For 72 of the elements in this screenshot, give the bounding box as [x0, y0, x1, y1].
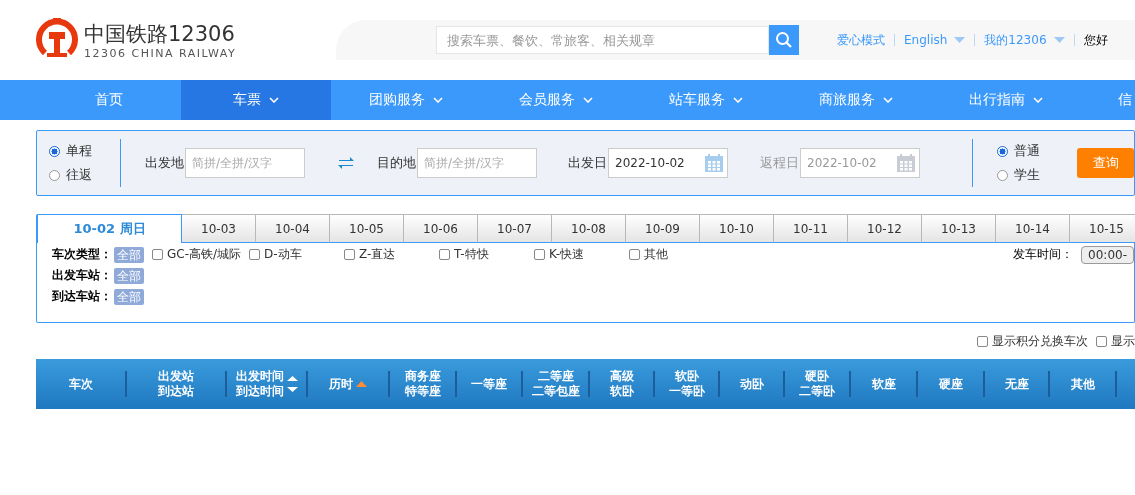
- date-tab[interactable]: 10-09: [626, 214, 700, 243]
- column-header: 硬卧 二等卧: [799, 369, 835, 399]
- date-tab[interactable]: 10-06: [404, 214, 478, 243]
- column-header: 软座: [871, 376, 896, 392]
- column-header: 其他: [1070, 376, 1095, 392]
- option-checkbox[interactable]: 显示: [1096, 332, 1135, 350]
- date-tab[interactable]: 10-03: [182, 214, 256, 243]
- train-type-checkbox[interactable]: GC-高铁/城际: [152, 246, 242, 263]
- column-header: 商务座 特等座: [404, 369, 441, 399]
- dropdown-icon: [954, 37, 966, 43]
- train-type-checkbox[interactable]: 其他: [629, 246, 717, 263]
- train-type-label: 车次类型：: [52, 246, 112, 263]
- date-tab[interactable]: 10-12: [848, 214, 922, 243]
- swap-icon[interactable]: [337, 156, 355, 170]
- column-header: 一等座: [471, 376, 507, 392]
- date-tab[interactable]: 10-11: [774, 214, 848, 243]
- date-tab[interactable]: 10-13: [922, 214, 996, 243]
- column-header: 车次: [68, 376, 93, 392]
- logo-title: 中国铁路12306: [84, 20, 236, 47]
- dropdown-icon: [1053, 37, 1065, 43]
- chevron-down-icon: [1033, 97, 1043, 103]
- chevron-down-icon: [733, 97, 743, 103]
- nav-item[interactable]: 车票: [181, 80, 331, 120]
- trip-type-radio[interactable]: 单程: [49, 142, 92, 160]
- depart-time-select[interactable]: 00:00-: [1081, 245, 1134, 264]
- depart-date-field[interactable]: 2022-10-02: [608, 148, 728, 178]
- depart-date-label: 出发日: [568, 154, 607, 172]
- from-label: 出发地: [145, 154, 184, 172]
- search-button[interactable]: [769, 25, 799, 55]
- column-header: 出发站 到达站: [158, 369, 194, 399]
- to-station-field[interactable]: 简拼/全拼/汉字: [417, 148, 537, 178]
- search-field[interactable]: 搜索车票、餐饮、常旅客、相关规章: [436, 26, 769, 54]
- date-tab[interactable]: 10-07: [478, 214, 552, 243]
- chevron-down-icon: [269, 97, 279, 103]
- date-tab[interactable]: 10-05: [330, 214, 404, 243]
- logo-subtitle: 12306 CHINA RAILWAY: [84, 46, 237, 60]
- chevron-down-icon: [433, 97, 443, 103]
- from-station-field[interactable]: 简拼/全拼/汉字: [185, 148, 305, 178]
- trip-type-radio[interactable]: 往返: [49, 166, 92, 184]
- date-tab[interactable]: 10-10: [700, 214, 774, 243]
- date-tab[interactable]: 10-08: [552, 214, 626, 243]
- calendar-icon: [896, 153, 916, 173]
- to-label: 目的地: [377, 154, 416, 172]
- depart-station-label: 出发车站：: [52, 267, 112, 284]
- column-header: 高级 软卧: [609, 369, 634, 399]
- sort-icon[interactable]: [286, 375, 298, 393]
- column-header[interactable]: 出发时间 到达时间: [235, 369, 284, 399]
- column-header: 动卧: [739, 376, 764, 392]
- date-tab[interactable]: 10-04: [256, 214, 330, 243]
- column-header: 无座: [1004, 376, 1029, 392]
- search-icon: [775, 31, 793, 49]
- column-header: 二等座 二等包座: [531, 369, 580, 399]
- passenger-type-radio[interactable]: 普通: [997, 142, 1040, 160]
- passenger-type-radio[interactable]: 学生: [997, 166, 1040, 184]
- date-tab[interactable]: 10-02 周日: [37, 214, 182, 243]
- chevron-down-icon: [883, 97, 893, 103]
- chevron-down-icon: [583, 97, 593, 103]
- train-type-checkbox[interactable]: K-快速: [534, 246, 622, 263]
- depart-time-label: 发车时间：: [1013, 246, 1074, 263]
- calendar-icon: [704, 153, 724, 173]
- train-type-checkbox[interactable]: Z-直达: [344, 246, 432, 263]
- column-header: 软卧 一等卧: [668, 369, 705, 399]
- train-type-checkbox[interactable]: D-动车: [249, 246, 337, 263]
- column-header: 硬座: [938, 376, 963, 392]
- date-tab[interactable]: 10-15: [1070, 214, 1135, 243]
- greeting-text: 您好: [1083, 31, 1108, 49]
- column-header[interactable]: 历时: [329, 376, 353, 392]
- date-tab[interactable]: 10-14: [996, 214, 1070, 243]
- arrive-station-label: 到达车站：: [52, 288, 112, 305]
- train-type-checkbox[interactable]: T-特快: [439, 246, 527, 263]
- option-checkbox[interactable]: 显示积分兑换车次: [977, 332, 1088, 350]
- return-date-label: 返程日: [760, 154, 799, 172]
